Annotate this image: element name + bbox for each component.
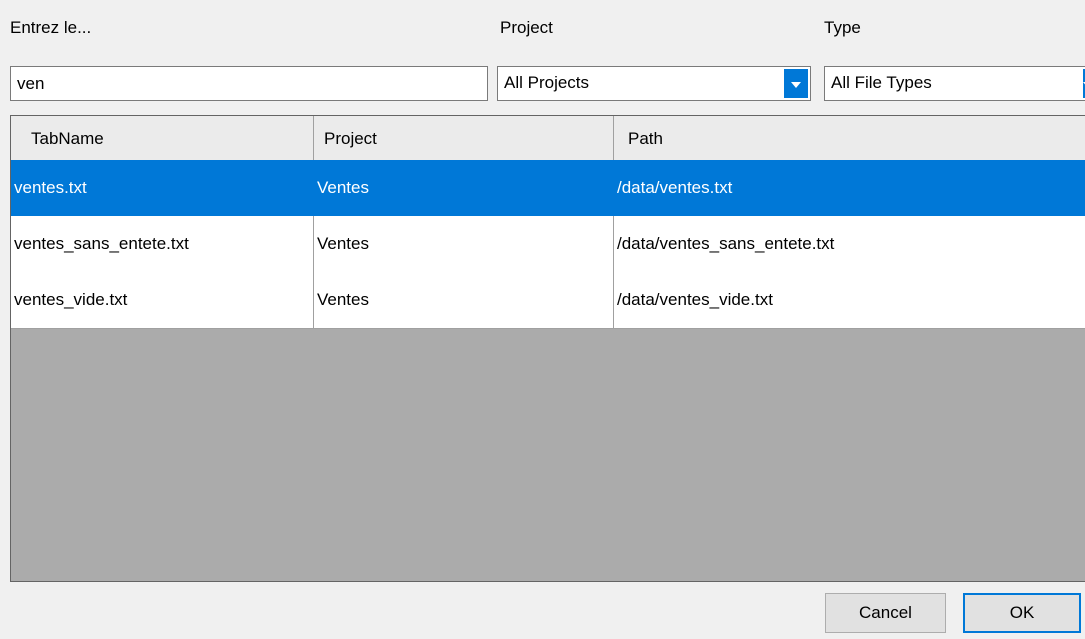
table-row[interactable]: ventes_sans_entete.txt Ventes /data/vent… (11, 216, 1085, 273)
column-header-path[interactable]: Path (614, 116, 1085, 160)
chevron-down-icon (791, 81, 801, 88)
file-grid[interactable]: TabName Project Path ventes.txt Ventes /… (10, 115, 1085, 582)
grid-header: TabName Project Path (11, 116, 1085, 161)
ok-button[interactable]: OK (963, 593, 1081, 633)
table-row[interactable]: ventes.txt Ventes /data/ventes.txt (11, 160, 1085, 217)
cell-path: /data/ventes_vide.txt (617, 290, 773, 309)
search-label: Entrez le... (10, 18, 92, 37)
project-label: Project (500, 18, 553, 37)
type-select[interactable]: All File Types (824, 66, 1085, 101)
cell-tabname: ventes_vide.txt (11, 272, 314, 328)
cell-path: /data/ventes_sans_entete.txt (617, 234, 835, 253)
type-select-value: All File Types (831, 73, 932, 92)
table-row[interactable]: ventes_vide.txt Ventes /data/ventes_vide… (11, 272, 1085, 329)
column-header-project[interactable]: Project (314, 116, 614, 160)
search-input[interactable] (10, 66, 488, 101)
project-dropdown-button[interactable] (784, 69, 808, 98)
project-select[interactable]: All Projects (497, 66, 811, 101)
column-header-tabname[interactable]: TabName (11, 116, 314, 160)
cell-project: Ventes (314, 216, 614, 272)
cell-project: Ventes (314, 272, 614, 328)
cancel-button[interactable]: Cancel (825, 593, 946, 633)
cell-project: Ventes (317, 178, 369, 197)
cell-tabname: ventes_sans_entete.txt (11, 216, 314, 272)
project-select-value: All Projects (504, 73, 590, 92)
type-label: Type (824, 18, 861, 37)
cell-tabname: ventes.txt (14, 178, 87, 197)
cell-path: /data/ventes.txt (617, 178, 733, 197)
